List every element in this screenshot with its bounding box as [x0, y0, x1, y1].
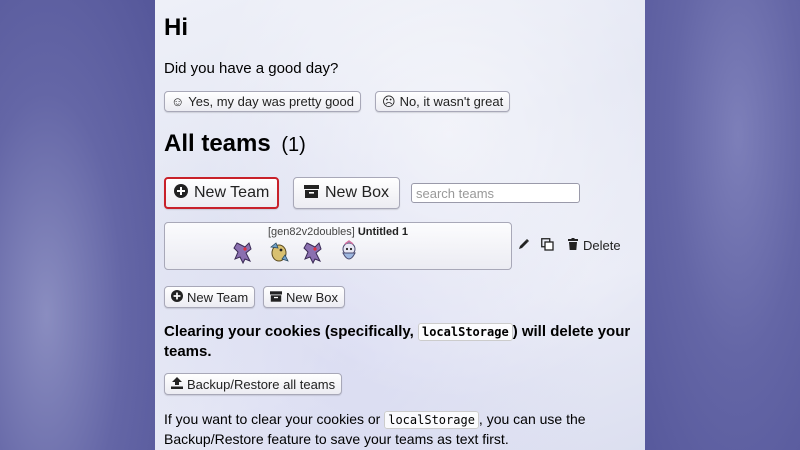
greeting-title: Hi	[164, 14, 188, 41]
backup-restore-button[interactable]: Backup/Restore all teams	[164, 373, 343, 395]
team-sprites	[231, 239, 362, 265]
greeting-question: Did you have a good day?	[164, 60, 339, 77]
archive-box-icon	[304, 184, 319, 202]
plus-circle-icon	[171, 289, 183, 305]
smile-icon: ☺	[171, 94, 185, 109]
team-count: (1)	[281, 134, 306, 156]
genesect-sprite	[233, 242, 252, 265]
no-not-great-button[interactable]: ☹ No, it wasn't great	[375, 91, 511, 112]
all-teams-heading: All teams (1)	[164, 130, 306, 158]
new-box-button-bottom[interactable]: New Box	[263, 286, 346, 308]
bird-mon-sprite	[270, 242, 289, 262]
new-team-button-bottom[interactable]: New Team	[164, 286, 256, 308]
new-team-button[interactable]: New Team	[164, 177, 280, 209]
yes-good-day-button[interactable]: ☺ Yes, my day was pretty good	[164, 91, 361, 112]
duplicate-team-button[interactable]	[541, 238, 554, 254]
info-code: localStorage	[384, 411, 479, 429]
all-teams-title: All teams	[164, 130, 271, 157]
background-right	[645, 0, 800, 450]
background-left	[0, 0, 155, 450]
cookie-warning: Clearing your cookies (specifically, loc…	[164, 322, 634, 362]
new-team-label-bottom: New Team	[187, 289, 249, 305]
team-title: [gen82v2doubles] Untitled 1	[165, 226, 511, 238]
warning-code: localStorage	[417, 323, 513, 341]
yes-button-label: Yes, my day was pretty good	[188, 94, 354, 109]
team-card[interactable]: [gen82v2doubles] Untitled 1	[164, 222, 512, 270]
fairy-mon-sprite	[342, 240, 356, 260]
no-button-label: No, it wasn't great	[399, 94, 504, 109]
delete-label: Delete	[583, 238, 621, 253]
new-box-label-bottom: New Box	[286, 289, 339, 305]
archive-box-icon	[270, 290, 282, 305]
trash-icon	[568, 238, 578, 253]
copy-icon	[541, 238, 554, 254]
warning-text-start: Clearing your cookies (specifically,	[164, 323, 418, 340]
new-box-button[interactable]: New Box	[293, 177, 401, 209]
backup-info: If you want to clear your cookies or loc…	[164, 410, 644, 449]
frown-icon: ☹	[382, 93, 396, 109]
pencil-icon	[518, 238, 530, 253]
new-box-label: New Box	[325, 184, 390, 201]
upload-icon	[171, 376, 183, 392]
main-panel: Hi Did you have a good day? ☺ Yes, my da…	[155, 0, 645, 450]
info-text-start: If you want to clear your cookies or	[164, 411, 385, 427]
backup-label: Backup/Restore all teams	[187, 376, 336, 392]
new-team-label: New Team	[194, 184, 270, 201]
search-teams-input[interactable]	[411, 183, 580, 203]
team-format: [gen82v2doubles]	[268, 226, 355, 238]
team-name: Untitled 1	[357, 226, 408, 238]
plus-circle-icon	[174, 184, 188, 202]
genesect-sprite	[303, 242, 322, 265]
edit-team-button[interactable]	[518, 238, 530, 253]
delete-team-button[interactable]: Delete	[568, 238, 621, 253]
